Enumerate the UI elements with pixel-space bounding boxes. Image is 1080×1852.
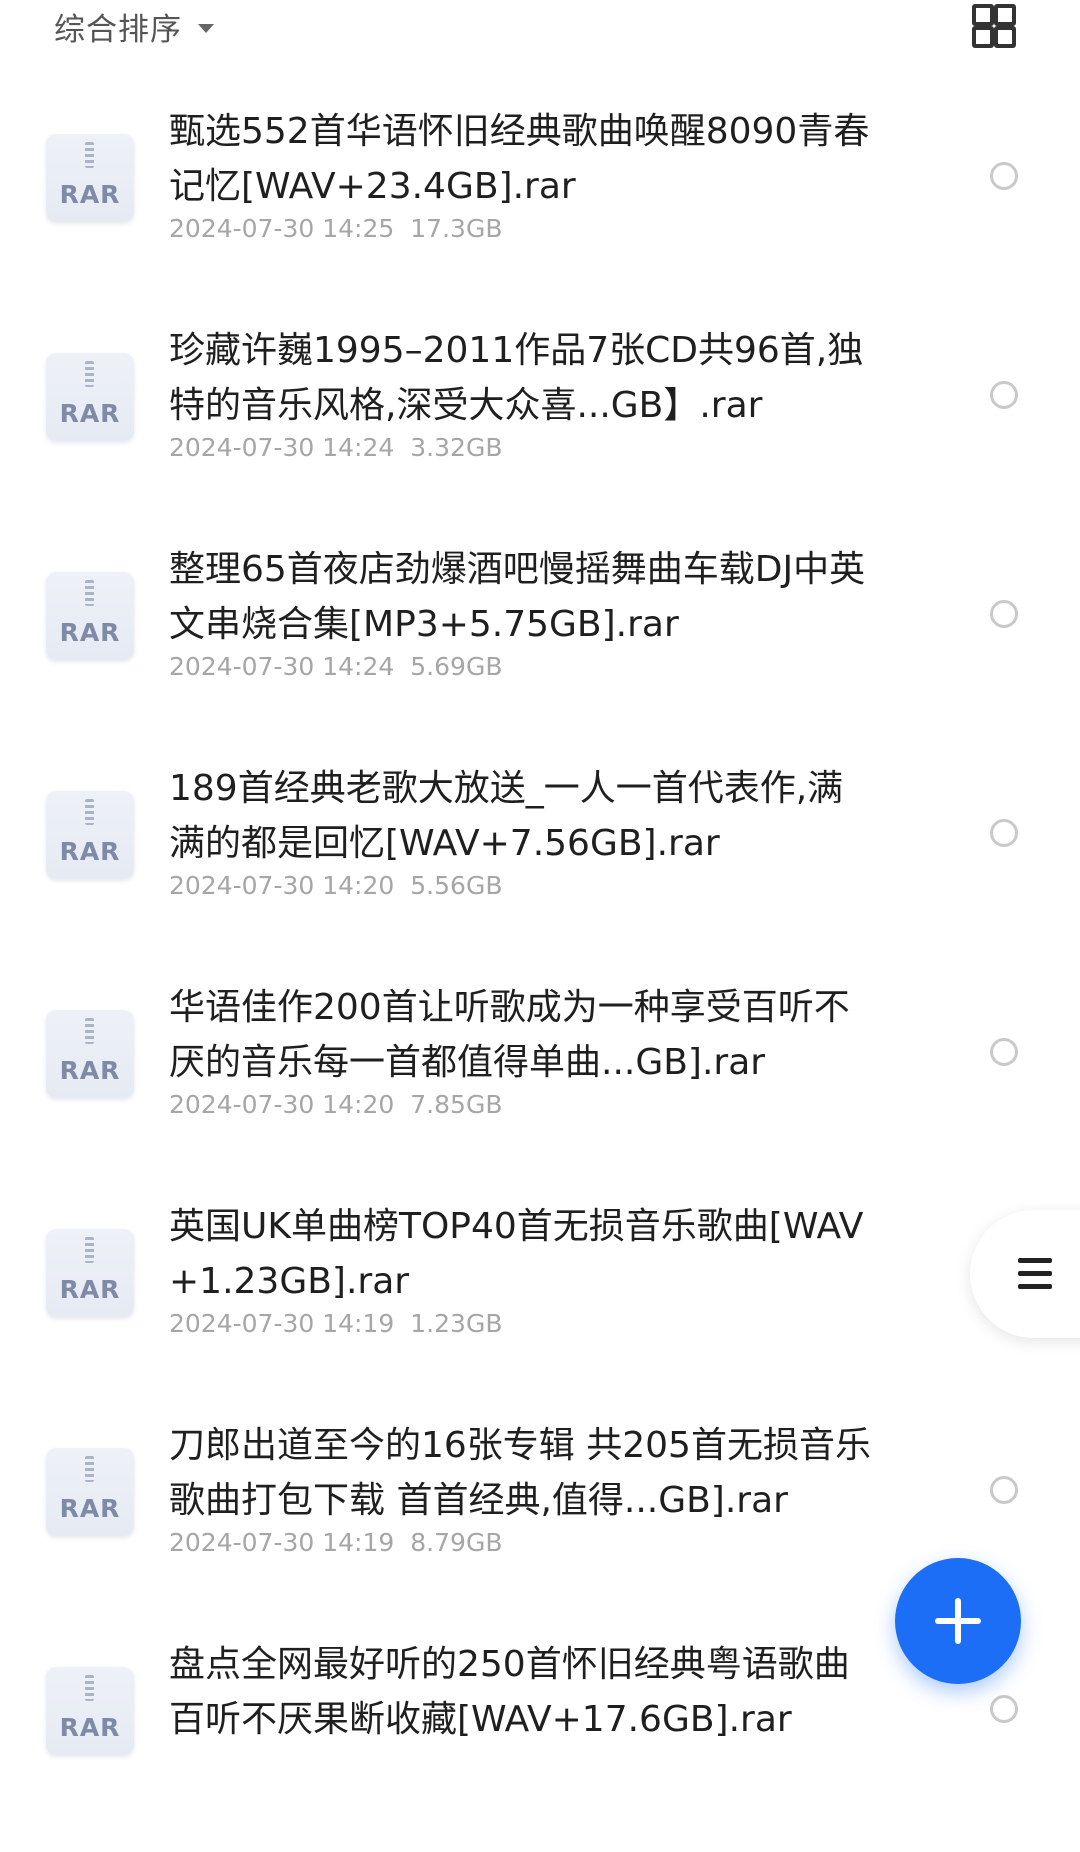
file-date: 2024-07-30 14:25 (169, 214, 395, 243)
list-item[interactable]: RAR 英国UK单曲榜TOP40首无损音乐歌曲[WAV+1.23GB].rar … (0, 1195, 1080, 1414)
select-radio[interactable] (990, 819, 1018, 847)
chevron-down-icon (198, 23, 214, 33)
add-button[interactable] (895, 1558, 1021, 1684)
file-name: 整理65首夜店劲爆酒吧慢摇舞曲车载DJ中英文串烧合集[MP3+5.75GB].r… (169, 549, 866, 645)
file-meta: 2024-07-30 14:19 8.79GB (169, 1528, 502, 1557)
rar-file-icon: RAR (46, 1229, 134, 1317)
list-item[interactable]: RAR 珍藏许巍1995–2011作品7张CD共96首,独特的音乐风格,深受大众… (0, 319, 1080, 538)
file-date: 2024-07-30 14:19 (169, 1528, 395, 1557)
rar-file-icon: RAR (46, 353, 134, 441)
file-date: 2024-07-30 14:24 (169, 652, 395, 681)
file-size: 7.85GB (410, 1090, 503, 1119)
file-date: 2024-07-30 14:24 (169, 433, 395, 462)
file-meta (169, 1747, 185, 1776)
select-radio[interactable] (990, 1476, 1018, 1504)
file-name: 189首经典老歌大放送_一人一首代表作,满满的都是回忆[WAV+7.56GB].… (169, 768, 844, 864)
sort-label: 综合排序 (54, 11, 182, 48)
file-date: 2024-07-30 14:19 (169, 1309, 395, 1338)
file-type-label: RAR (59, 618, 121, 647)
file-meta: 2024-07-30 14:24 3.32GB (169, 433, 502, 462)
file-meta: 2024-07-30 14:20 5.56GB (169, 871, 502, 900)
file-type-label: RAR (59, 1056, 121, 1085)
rar-file-icon: RAR (46, 791, 134, 879)
file-type-label: RAR (59, 1494, 121, 1523)
file-size: 1.23GB (410, 1309, 503, 1338)
file-meta: 2024-07-30 14:25 17.3GB (169, 214, 502, 243)
file-type-label: RAR (59, 1275, 121, 1304)
file-name: 英国UK单曲榜TOP40首无损音乐歌曲[WAV+1.23GB].rar (169, 1206, 864, 1302)
file-meta: 2024-07-30 14:20 7.85GB (169, 1090, 502, 1119)
select-radio[interactable] (990, 381, 1018, 409)
file-size: 3.32GB (410, 433, 503, 462)
select-radio[interactable] (990, 1038, 1018, 1066)
select-radio[interactable] (990, 1695, 1018, 1723)
rar-file-icon: RAR (46, 1010, 134, 1098)
file-name: 盘点全网最好听的250首怀旧经典粤语歌曲 百听不厌果断收藏[WAV+17.6GB… (169, 1644, 850, 1740)
file-type-label: RAR (59, 837, 121, 866)
file-name: 甄选552首华语怀旧经典歌曲唤醒8090青春记忆[WAV+23.4GB].rar (169, 111, 870, 207)
grid-view-icon[interactable] (972, 4, 1016, 48)
sort-dropdown-button[interactable]: 综合排序 (54, 6, 214, 48)
file-size: 5.69GB (410, 652, 503, 681)
file-name: 刀郎出道至今的16张专辑 共205首无损音乐歌曲打包下载 首首经典,值得...G… (169, 1425, 871, 1521)
file-meta: 2024-07-30 14:24 5.69GB (169, 652, 502, 681)
file-size: 17.3GB (410, 214, 503, 243)
rar-file-icon: RAR (46, 134, 134, 222)
file-name: 珍藏许巍1995–2011作品7张CD共96首,独特的音乐风格,深受大众喜...… (169, 330, 864, 426)
list-item[interactable]: RAR 189首经典老歌大放送_一人一首代表作,满满的都是回忆[WAV+7.56… (0, 757, 1080, 976)
file-size: 8.79GB (410, 1528, 503, 1557)
file-date: 2024-07-30 14:20 (169, 1090, 395, 1119)
plus-icon (935, 1598, 981, 1644)
file-name: 华语佳作200首让听歌成为一种享受百听不厌的音乐每一首都值得单曲...GB].r… (169, 987, 850, 1083)
file-date: 2024-07-30 14:20 (169, 871, 395, 900)
file-type-label: RAR (59, 399, 121, 428)
hamburger-menu-icon (1018, 1258, 1052, 1292)
file-meta: 2024-07-30 14:19 1.23GB (169, 1309, 502, 1338)
rar-file-icon: RAR (46, 572, 134, 660)
top-toolbar: 综合排序 (0, 0, 1080, 70)
list-item[interactable]: RAR 整理65首夜店劲爆酒吧慢摇舞曲车载DJ中英文串烧合集[MP3+5.75G… (0, 538, 1080, 757)
file-type-label: RAR (59, 180, 121, 209)
list-item[interactable]: RAR 甄选552首华语怀旧经典歌曲唤醒8090青春记忆[WAV+23.4GB]… (0, 100, 1080, 319)
list-item[interactable]: RAR 华语佳作200首让听歌成为一种享受百听不厌的音乐每一首都值得单曲...G… (0, 976, 1080, 1195)
select-radio[interactable] (990, 600, 1018, 628)
rar-file-icon: RAR (46, 1667, 134, 1755)
file-size: 5.56GB (410, 871, 503, 900)
file-type-label: RAR (59, 1713, 121, 1742)
select-radio[interactable] (990, 162, 1018, 190)
rar-file-icon: RAR (46, 1448, 134, 1536)
